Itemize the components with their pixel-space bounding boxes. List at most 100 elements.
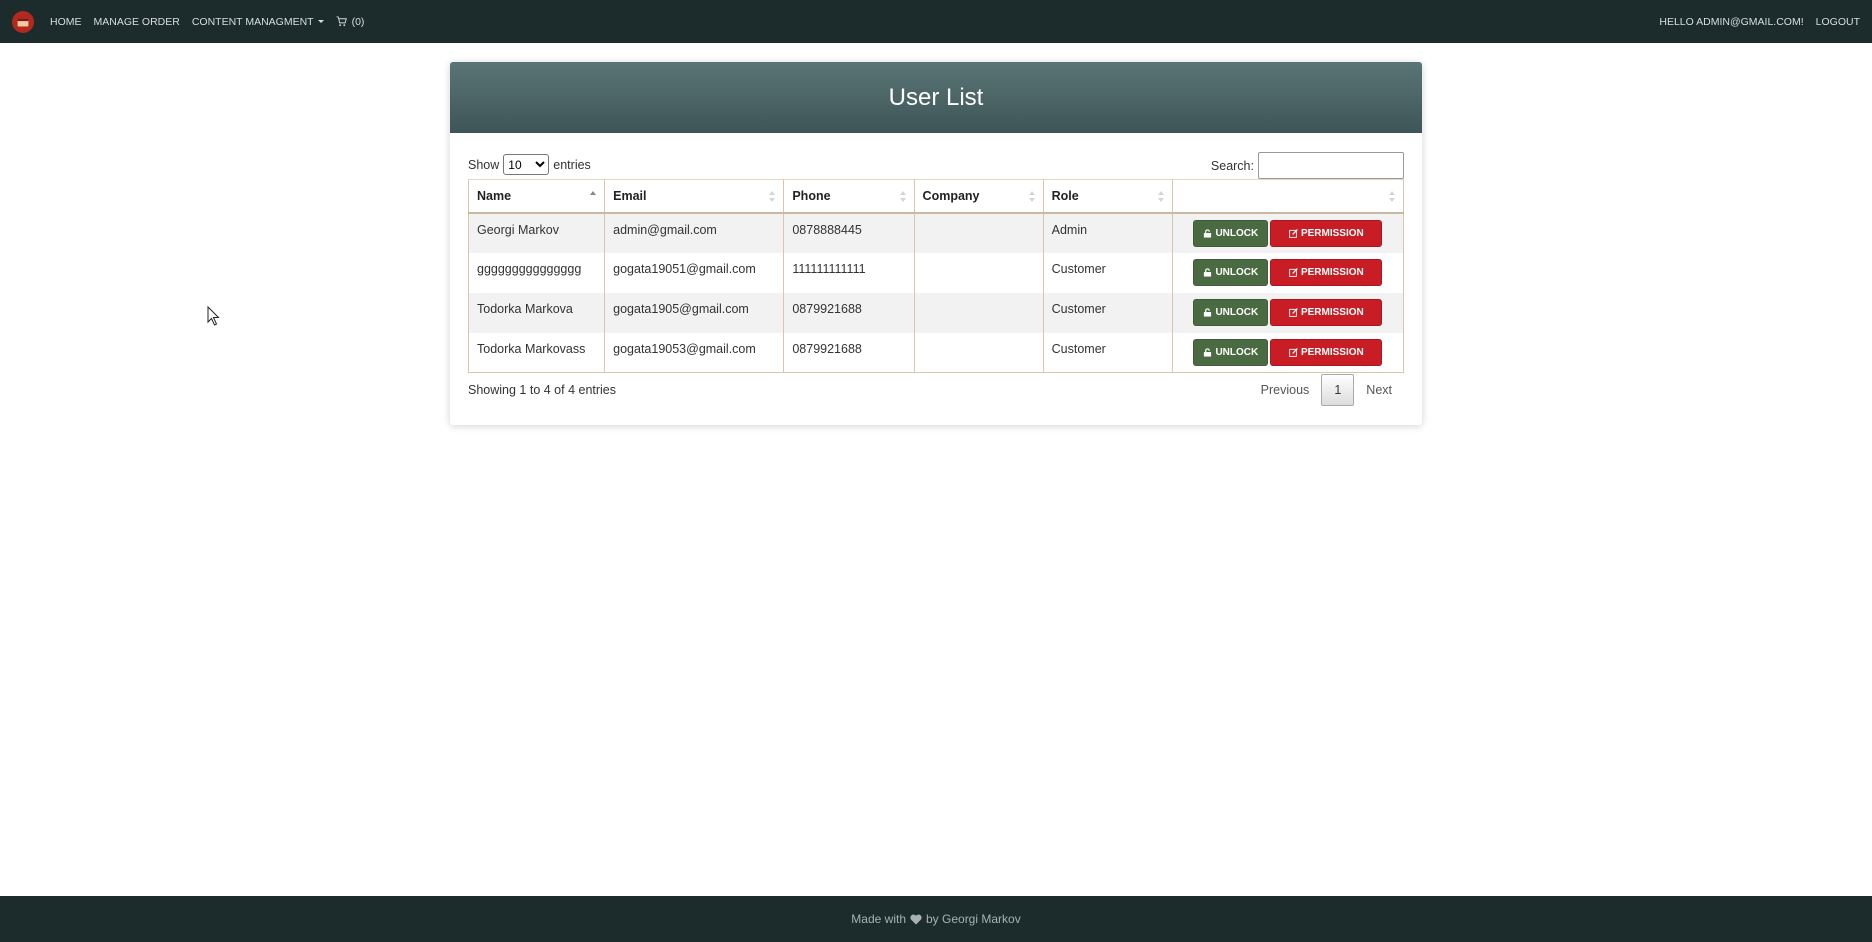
- cell-name: ggggggggggggggg: [467, 252, 606, 293]
- nav-cart-link[interactable]: (0): [336, 15, 365, 28]
- cell-actions: UNLOCK PERMISSION: [1172, 212, 1405, 253]
- cell-role: Customer: [1043, 292, 1173, 333]
- edit-icon: [1289, 228, 1301, 238]
- search-input[interactable]: [1258, 152, 1404, 179]
- column-header-email-label: Email: [613, 188, 647, 203]
- top-navbar: HOME MANAGE ORDER CONTENT MANAGMENT (0) …: [0, 0, 1872, 43]
- table-row: ggggggggggggggg gogata19051@gmail.com 1111…: [467, 252, 1405, 293]
- page-length-control: Show 10 entries: [468, 154, 591, 175]
- column-header-email[interactable]: Email: [604, 179, 785, 214]
- footer-author: by Georgi Markov: [926, 912, 1021, 926]
- permission-label: PERMISSION: [1300, 227, 1364, 239]
- unlock-button[interactable]: UNLOCK: [1193, 298, 1269, 326]
- edit-icon: [1289, 347, 1301, 357]
- page-number-button[interactable]: 1: [1321, 374, 1355, 406]
- column-header-phone-label: Phone: [792, 188, 831, 203]
- edit-icon: [1289, 307, 1301, 317]
- cell-company: [914, 212, 1044, 253]
- search-label: Search:: [1210, 158, 1254, 173]
- user-greeting-link[interactable]: HELLO ADMIN@GMAIL.COM!: [1659, 16, 1803, 28]
- show-label: Show: [468, 157, 500, 172]
- next-page-button[interactable]: Next: [1354, 383, 1404, 397]
- cell-email: gogata19051@gmail.com: [604, 252, 785, 293]
- permission-button[interactable]: PERMISSION: [1270, 219, 1383, 247]
- previous-page-button[interactable]: Previous: [1249, 383, 1322, 397]
- cell-email: gogata1905@gmail.com: [604, 292, 785, 333]
- column-header-name[interactable]: Name: [467, 179, 606, 214]
- table-row: Todorka Markova gogata1905@gmail.com 08799…: [467, 292, 1405, 333]
- search-control: Search:: [1211, 152, 1404, 179]
- sort-ascending-icon: [590, 191, 597, 202]
- permission-label: PERMISSION: [1300, 346, 1364, 358]
- column-header-role-label: Role: [1051, 188, 1079, 203]
- cart-icon: [336, 16, 347, 27]
- cell-name: Georgi Markov: [467, 212, 606, 253]
- column-header-actions[interactable]: [1172, 179, 1405, 214]
- unlock-label: UNLOCK: [1215, 227, 1259, 239]
- heart-icon: [910, 914, 922, 924]
- footer: Made with by Georgi Markov: [0, 896, 1872, 942]
- unlock-label: UNLOCK: [1215, 266, 1259, 278]
- column-header-name-label: Name: [477, 188, 512, 203]
- permission-button[interactable]: PERMISSION: [1270, 258, 1383, 286]
- cell-company: [914, 332, 1044, 373]
- column-header-company-label: Company: [922, 188, 980, 203]
- sort-icon: [769, 191, 776, 202]
- table-info: Showing 1 to 4 of 4 entries: [468, 383, 617, 397]
- table-header-row: Name Email Phone Company Role: [467, 179, 1405, 214]
- nav-manage-order-link[interactable]: MANAGE ORDER: [94, 16, 180, 28]
- sort-icon: [899, 191, 906, 202]
- sort-icon: [1389, 191, 1395, 202]
- cell-actions: UNLOCK PERMISSION: [1172, 332, 1405, 373]
- cell-role: Customer: [1043, 332, 1173, 373]
- unlock-button[interactable]: UNLOCK: [1193, 258, 1269, 286]
- cell-phone: 0879921688: [783, 292, 915, 333]
- cell-name: Todorka Markovass: [467, 332, 606, 373]
- entries-label: entries: [553, 157, 591, 172]
- cell-phone: 0878888445: [783, 212, 915, 253]
- brand-logo-icon[interactable]: [12, 10, 34, 33]
- nav-home-link[interactable]: HOME: [50, 16, 82, 28]
- table-row: Georgi Markov admin@gmail.com 0878888445 Ad…: [467, 212, 1405, 253]
- footer-made-with: Made with: [851, 912, 906, 926]
- mouse-cursor-icon: [207, 306, 220, 326]
- unlock-icon: [1203, 347, 1215, 357]
- unlock-icon: [1203, 307, 1215, 317]
- cell-actions: UNLOCK PERMISSION: [1172, 252, 1405, 293]
- unlock-icon: [1203, 267, 1215, 277]
- sort-icon: [1157, 191, 1164, 202]
- permission-label: PERMISSION: [1300, 266, 1364, 278]
- cell-email: admin@gmail.com: [604, 212, 785, 253]
- cell-company: [914, 292, 1044, 333]
- cell-role: Customer: [1043, 252, 1173, 293]
- cell-phone: 0879921688: [783, 332, 915, 373]
- nav-right-group: HELLO ADMIN@GMAIL.COM! LOGOUT: [1647, 16, 1860, 28]
- column-header-role[interactable]: Role: [1043, 179, 1173, 214]
- nav-content-management-label: CONTENT MANAGMENT: [191, 15, 314, 28]
- permission-button[interactable]: PERMISSION: [1270, 298, 1383, 326]
- unlock-icon: [1203, 228, 1215, 238]
- cell-phone: 111111111111: [783, 252, 915, 293]
- page-length-select[interactable]: 10: [503, 154, 550, 175]
- unlock-button[interactable]: UNLOCK: [1193, 338, 1269, 366]
- column-header-company[interactable]: Company: [914, 179, 1044, 214]
- cell-name: Todorka Markova: [467, 292, 606, 333]
- cell-email: gogata19053@gmail.com: [604, 332, 785, 373]
- panel-header: User List: [450, 62, 1422, 133]
- permission-button[interactable]: PERMISSION: [1270, 338, 1383, 366]
- nav-content-management-dropdown[interactable]: CONTENT MANAGMENT: [192, 16, 324, 28]
- unlock-button[interactable]: UNLOCK: [1193, 219, 1269, 247]
- page-title: User List: [888, 83, 984, 111]
- cart-count: (0): [351, 15, 365, 28]
- chevron-down-icon: [317, 20, 324, 23]
- cell-actions: UNLOCK PERMISSION: [1172, 292, 1405, 333]
- column-header-phone[interactable]: Phone: [783, 179, 915, 214]
- sort-icon: [1028, 191, 1035, 202]
- cell-role: Admin: [1043, 212, 1173, 253]
- user-list-panel: User List Show 10 entries Search: Name E…: [450, 62, 1422, 425]
- edit-icon: [1289, 267, 1301, 277]
- cell-company: [914, 252, 1044, 293]
- logout-link[interactable]: LOGOUT: [1816, 16, 1860, 28]
- pagination: Previous 1 Next: [1249, 374, 1404, 406]
- table-row: Todorka Markovass gogata19053@gmail.com 08…: [467, 332, 1405, 373]
